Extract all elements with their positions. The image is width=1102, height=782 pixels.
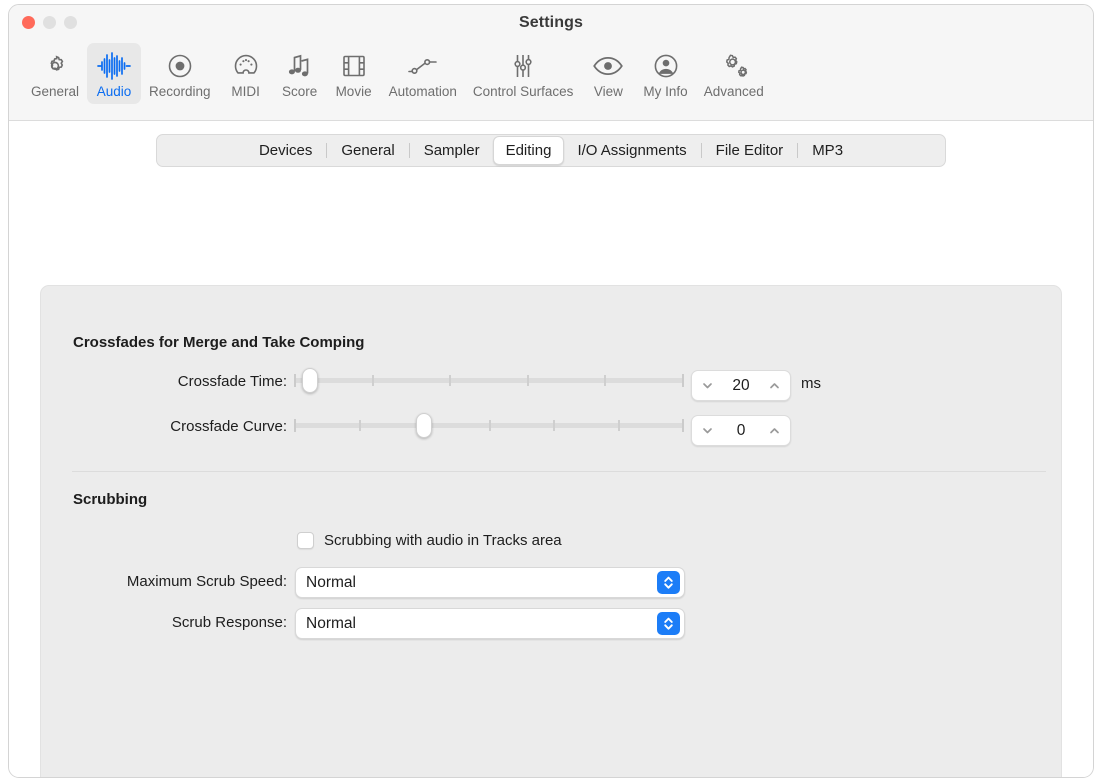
toolbar-item-label: Control Surfaces — [472, 84, 574, 99]
slider-thumb[interactable] — [302, 368, 318, 393]
slider-tick — [359, 420, 361, 431]
toolbar-item-my-info[interactable]: My Info — [635, 43, 695, 104]
tab-io-assignments[interactable]: I/O Assignments — [564, 136, 699, 165]
chevron-up-icon[interactable] — [768, 424, 781, 437]
toolbar-item-label: Advanced — [703, 84, 764, 99]
slider-tick — [294, 374, 296, 387]
toolbar-item-midi[interactable]: MIDI — [219, 43, 273, 104]
crossfade-curve-slider[interactable] — [294, 413, 684, 438]
toolbar-item-label: View — [593, 84, 623, 99]
tab-devices[interactable]: Devices — [246, 136, 325, 165]
scrub-response-value: Normal — [306, 614, 356, 632]
toolbar-item-movie[interactable]: Movie — [327, 43, 381, 104]
toolbar-item-control-surfaces[interactable]: Control Surfaces — [465, 43, 582, 104]
toolbar-item-label: Automation — [388, 84, 457, 99]
slider-tick — [618, 420, 620, 431]
chevron-up-down-icon[interactable] — [657, 571, 680, 594]
editing-settings-panel: Crossfades for Merge and Take Comping Cr… — [40, 285, 1062, 777]
toolbar-item-label: MIDI — [231, 84, 260, 99]
maximum-scrub-speed-value: Normal — [306, 573, 356, 591]
toolbar-item-automation[interactable]: Automation — [381, 43, 465, 104]
toolbar-item-label: Recording — [149, 84, 211, 99]
slider-tick — [527, 375, 529, 386]
music-notes-icon — [284, 49, 316, 83]
slider-thumb[interactable] — [416, 413, 432, 438]
chevron-up-down-icon[interactable] — [657, 612, 680, 635]
toolbar-item-recording[interactable]: Recording — [141, 43, 219, 104]
tab-separator — [797, 143, 799, 158]
chevron-down-icon[interactable] — [701, 379, 714, 392]
scrubbing-with-audio-checkbox[interactable] — [297, 532, 314, 549]
eye-icon — [591, 49, 625, 83]
slider-tick — [449, 375, 451, 386]
settings-window: Settings General Audio Recording MIDI Sc… — [8, 4, 1094, 778]
gear-icon — [40, 49, 70, 83]
midi-connector-icon — [231, 49, 261, 83]
toolbar-item-label: General — [31, 84, 80, 99]
tab-sampler[interactable]: Sampler — [411, 136, 493, 165]
tab-separator — [326, 143, 328, 158]
toolbar-item-advanced[interactable]: Advanced — [696, 43, 772, 104]
toolbar-item-label: My Info — [643, 84, 688, 99]
maximum-scrub-speed-select[interactable]: Normal — [295, 567, 685, 598]
crossfade-curve-stepper[interactable]: 0 — [691, 415, 791, 446]
tab-separator — [700, 143, 702, 158]
slider-tick — [294, 419, 296, 432]
crossfade-time-unit: ms — [801, 375, 821, 392]
tab-separator — [408, 143, 410, 158]
toolbar-item-label: Movie — [335, 84, 372, 99]
maximum-scrub-speed-label: Maximum Scrub Speed: — [126, 573, 287, 590]
crossfade-curve-label: Crossfade Curve: — [170, 418, 287, 435]
automation-node-icon — [406, 49, 440, 83]
window-title: Settings — [519, 14, 583, 31]
toolbar-item-audio[interactable]: Audio — [87, 43, 142, 104]
slider-tick — [682, 374, 684, 387]
scrub-response-label: Scrub Response: — [171, 614, 287, 631]
slider-tick — [372, 375, 374, 386]
slider-track — [294, 378, 684, 383]
scrubbing-section-title: Scrubbing — [73, 491, 148, 508]
slider-tick — [604, 375, 606, 386]
slider-tick — [682, 419, 684, 432]
crossfade-time-stepper[interactable]: 20 — [691, 370, 791, 401]
crossfade-time-value: 20 — [732, 376, 750, 394]
record-circle-icon — [165, 49, 195, 83]
crossfades-section-title: Crossfades for Merge and Take Comping — [73, 334, 365, 351]
double-gear-icon — [717, 49, 751, 83]
tab-bar: Devices General Sampler Editing I/O Assi… — [156, 134, 946, 167]
chevron-down-icon[interactable] — [701, 424, 714, 437]
toolbar-item-view[interactable]: View — [581, 43, 635, 104]
scrub-response-select[interactable]: Normal — [295, 608, 685, 639]
settings-content: Devices General Sampler Editing I/O Assi… — [9, 121, 1093, 777]
waveform-icon — [96, 49, 132, 83]
toolbar-item-label: Score — [281, 84, 318, 99]
toolbar-item-score[interactable]: Score — [273, 43, 327, 104]
chevron-up-icon[interactable] — [768, 379, 781, 392]
slider-tick — [489, 420, 491, 431]
film-strip-icon — [339, 49, 369, 83]
tab-mp3[interactable]: MP3 — [799, 136, 856, 165]
toolbar-item-label: Audio — [96, 84, 132, 99]
sliders-icon — [508, 49, 538, 83]
crossfade-time-label: Crossfade Time: — [177, 373, 287, 390]
tab-file-editor[interactable]: File Editor — [703, 136, 797, 165]
slider-tick — [553, 420, 555, 431]
section-divider — [72, 471, 1046, 472]
person-circle-icon — [651, 49, 681, 83]
settings-toolbar: General Audio Recording MIDI Score Movie… — [9, 43, 1093, 121]
crossfade-curve-value: 0 — [736, 421, 746, 439]
tab-editing[interactable]: Editing — [492, 136, 565, 165]
title-bar: Settings — [9, 5, 1093, 43]
scrubbing-with-audio-label: Scrubbing with audio in Tracks area — [324, 532, 562, 549]
toolbar-item-general[interactable]: General — [23, 43, 87, 104]
crossfade-time-slider[interactable] — [294, 368, 684, 393]
tab-general[interactable]: General — [328, 136, 407, 165]
